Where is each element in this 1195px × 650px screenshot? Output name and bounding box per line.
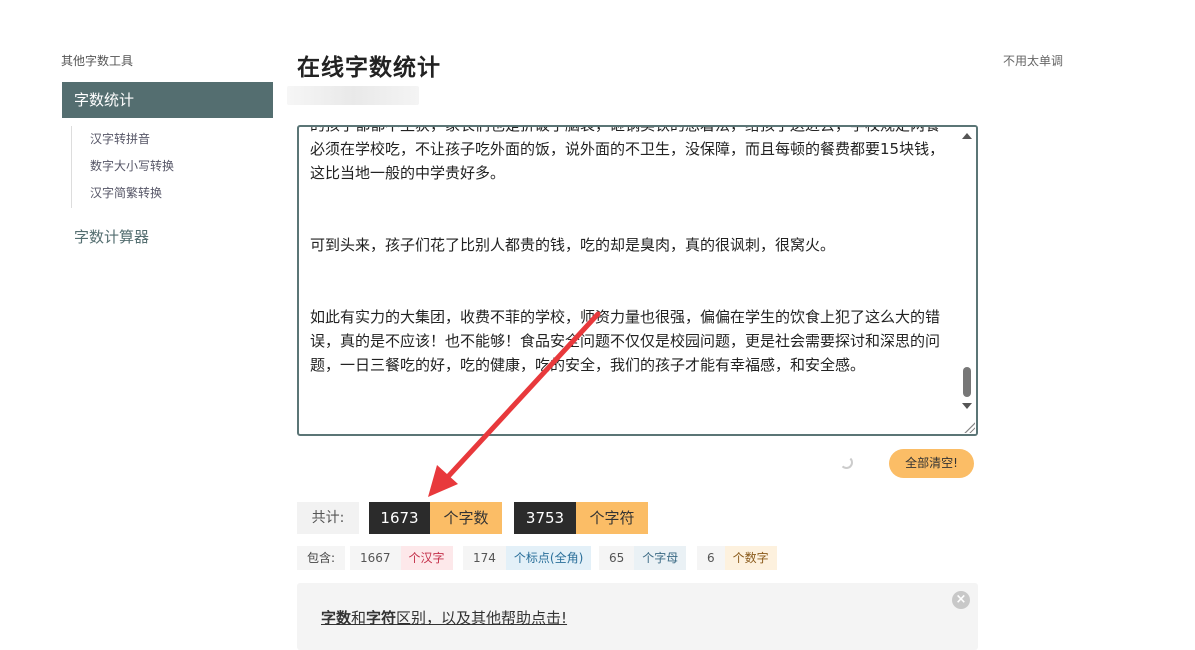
- scroll-thumb[interactable]: [963, 367, 971, 397]
- char-count-unit: 个字符: [576, 502, 648, 534]
- sidebar-item-number-case[interactable]: 数字大小写转换: [90, 153, 270, 180]
- help-box: 字数和字符区别，以及其他帮助点击! ×: [297, 583, 978, 650]
- clear-all-button[interactable]: 全部清空!: [889, 449, 974, 478]
- punct-label: 个标点(全角): [505, 546, 592, 570]
- sidebar-item-word-count[interactable]: 字数统计: [62, 82, 273, 118]
- sidebar-item-pinyin[interactable]: 汉字转拼音: [90, 126, 270, 153]
- close-icon[interactable]: ×: [952, 591, 970, 609]
- sidebar-item-calculator[interactable]: 字数计算器: [74, 226, 149, 247]
- help-and: 和: [351, 609, 367, 627]
- total-label: 共计:: [297, 502, 359, 534]
- hanzi-label: 个汉字: [400, 546, 453, 570]
- letter-count: 65: [599, 546, 635, 570]
- sidebar-submenu: 汉字转拼音 数字大小写转换 汉字简繁转换: [71, 126, 270, 208]
- letter-label: 个字母: [634, 546, 687, 570]
- blurred-banner: [287, 86, 419, 105]
- punct-badge: 174 个标点(全角): [463, 546, 592, 570]
- help-char-term: 字符: [366, 609, 397, 627]
- page-title: 在线字数统计: [297, 55, 441, 81]
- char-count-badge: 3753 个字符: [514, 502, 648, 534]
- digit-badge: 6 个数字: [697, 546, 777, 570]
- paragraph-3: 如此有实力的大集团，收费不菲的学校，师资力量也很强，偏偏在学生的饮食上犯了这么大…: [310, 308, 941, 374]
- hanzi-badge: 1667 个汉字: [350, 546, 453, 570]
- help-word-term: 字数: [321, 609, 352, 627]
- hanzi-count: 1667: [350, 546, 401, 570]
- char-count-value: 3753: [514, 502, 576, 534]
- punct-count: 174: [463, 546, 506, 570]
- digit-count: 6: [697, 546, 725, 570]
- help-link[interactable]: 字数和字符区别，以及其他帮助点击!: [321, 607, 567, 628]
- sidebar-item-simplified-traditional[interactable]: 汉字简繁转换: [90, 180, 270, 207]
- loading-spinner-icon: [840, 456, 853, 469]
- scroll-up-icon[interactable]: [962, 133, 972, 139]
- right-note-link[interactable]: 不用太单调: [1003, 52, 1063, 69]
- contains-label: 包含:: [297, 546, 346, 570]
- digit-label: 个数字: [724, 546, 777, 570]
- letter-badge: 65 个字母: [599, 546, 687, 570]
- vertical-scrollbar[interactable]: [959, 127, 976, 434]
- sidebar-heading: 其他字数工具: [61, 54, 134, 68]
- word-count-unit: 个字数: [430, 502, 502, 534]
- word-count-badge: 1673 个字数: [369, 502, 502, 534]
- paragraph-2: 可到头来，孩子们花了比别人都贵的钱，吃的却是臭肉，真的很讽刺，很窝火。: [310, 236, 836, 254]
- resize-handle-icon[interactable]: [963, 421, 975, 433]
- text-input-area[interactable]: 的孩子都都不生获，家长们也是折破了脑袋，砸锅卖铁的想着法，给孩子送进去，学校规定…: [297, 125, 978, 436]
- help-rest: 区别，以及其他帮助点击!: [396, 609, 568, 627]
- word-count-value: 1673: [369, 502, 430, 534]
- paragraph-1: 的孩子都都不生获，家长们也是折破了脑袋，砸锅卖铁的想着法，给孩子送进去，学校规定…: [310, 125, 945, 182]
- scroll-down-icon[interactable]: [962, 403, 972, 409]
- text-content[interactable]: 的孩子都都不生获，家长们也是折破了脑袋，砸锅卖铁的想着法，给孩子送进去，学校规定…: [310, 125, 950, 377]
